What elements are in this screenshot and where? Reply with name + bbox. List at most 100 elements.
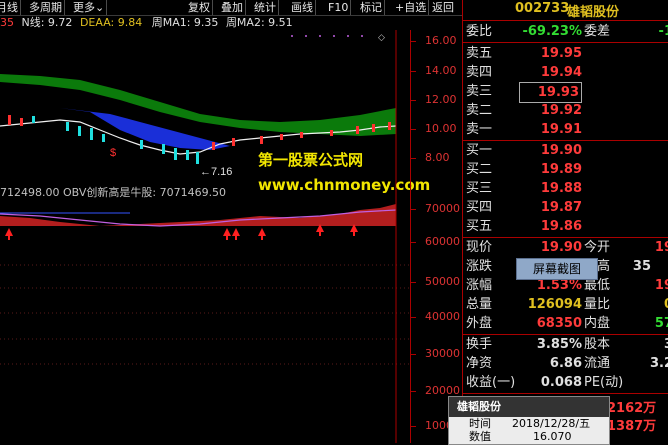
blue-band xyxy=(60,108,230,150)
buy-row[interactable]: 买四 19.87 xyxy=(463,198,668,217)
price-tick: 16.00 xyxy=(425,34,457,47)
n-line-value: N线: 9.72 xyxy=(21,16,73,29)
price-tick: 12.00 xyxy=(425,93,457,106)
price-tick: 14.00 xyxy=(425,64,457,77)
stat-value: 0 xyxy=(664,295,668,314)
sell-row[interactable]: 卖二 19.92 xyxy=(463,101,668,120)
buy-label: 买五 xyxy=(466,219,493,234)
stat-label: 换手 xyxy=(466,337,493,352)
partial-value: 2162万 xyxy=(607,401,657,416)
buy-row[interactable]: 买二 19.89 xyxy=(463,160,668,179)
stat-label: 现价 xyxy=(466,240,493,255)
toolbar-monthly[interactable]: 月线 xyxy=(0,0,21,15)
screenshot-button[interactable]: 屏幕截图 xyxy=(516,258,598,280)
dollar-marker: $ xyxy=(110,147,116,159)
tooltip-title: 雄韬股份 xyxy=(449,397,609,417)
stat-value: 35 xyxy=(632,259,651,274)
kline-chart[interactable]: $ ←7.16 ◇ xyxy=(0,30,410,443)
price-tick: 10.00 xyxy=(425,122,457,135)
order-diff-label: 委差 xyxy=(584,24,611,39)
chevron-down-icon: ⌄ xyxy=(95,1,105,14)
obv-legend: 712498.00 OBV创新高是牛股: 7071469.50 xyxy=(0,186,227,199)
buy-row[interactable]: 买三 19.88 xyxy=(463,179,668,198)
obv-tick: 60000 xyxy=(425,235,460,248)
sell-price: 19.94 xyxy=(540,65,582,80)
stat-row: 外盘 68350内盘 57 xyxy=(463,314,668,333)
stock-code: 002733 xyxy=(515,1,570,16)
purple-dots xyxy=(291,35,363,37)
sell-row[interactable]: 卖五 19.95 xyxy=(463,44,668,63)
obv-tick: 40000 xyxy=(425,310,460,323)
stat-value: 6.86 xyxy=(549,356,582,371)
stat-value: 57 xyxy=(654,316,668,331)
stat-label: 涨跌 xyxy=(466,259,493,274)
ma2-value: 周MA2: 9.51 xyxy=(225,16,293,29)
stat-value: 68350 xyxy=(536,316,582,331)
buy-price: 19.87 xyxy=(540,200,582,215)
indicator-legend: 35 N线: 9.72 DEAA: 9.84 周MA1: 9.35 周MA2: … xyxy=(0,16,293,30)
buy-price: 19.88 xyxy=(540,181,582,196)
toolbar-statistics[interactable]: 统计 xyxy=(252,0,279,15)
obv-tick: 50000 xyxy=(425,275,460,288)
stat-value: 19.90 xyxy=(540,240,582,255)
sell-label: 卖一 xyxy=(466,122,493,137)
stat-value: 3.85% xyxy=(536,337,582,352)
sell-row[interactable]: 卖四 19.94 xyxy=(463,63,668,82)
sell-label: 卖五 xyxy=(466,46,493,61)
indicator-prefix: 35 xyxy=(0,16,14,29)
tooltip-value: 16.070 xyxy=(532,430,572,443)
diamond-icon: ◇ xyxy=(378,33,385,43)
toolbar-overlay[interactable]: 叠加 xyxy=(219,0,246,15)
chart-toolbar: 月线 多周期 更多⌄ 复权 叠加 统计 画线 F10 标记 +自选 返回 xyxy=(0,0,462,16)
sell-price: 19.92 xyxy=(540,103,582,118)
data-tooltip-window: 雄韬股份 时间 2018/12/28/五 数值 16.070 xyxy=(448,396,610,445)
toolbar-mark[interactable]: 标记 xyxy=(358,0,385,15)
stat-label: 量比 xyxy=(584,297,611,312)
sell-label: 卖二 xyxy=(466,103,493,118)
toolbar-restore-rights[interactable]: 复权 xyxy=(186,0,213,15)
stat-label: 今开 xyxy=(584,240,611,255)
sell-row[interactable]: 卖三 19.93 xyxy=(463,82,668,103)
sell-price: 19.95 xyxy=(540,46,582,61)
toolbar-back[interactable]: 返回 xyxy=(430,0,456,15)
buy-arrows xyxy=(5,224,358,240)
stock-name: 雄韬股份 xyxy=(567,5,620,20)
toolbar-f10[interactable]: F10 xyxy=(326,0,352,15)
stat-value: 19 xyxy=(654,278,668,293)
order-ratio-row: 委比 -69.23% 委差 -1 xyxy=(463,22,668,41)
sell-label: 卖三 xyxy=(466,84,493,99)
stat-row: 换手 3.85%股本 3 xyxy=(463,335,668,354)
stat-row: 总量 126094量比 0 xyxy=(463,295,668,314)
stat-label: 总量 xyxy=(466,297,493,312)
stat-value: 0.068 xyxy=(540,375,582,390)
partial-value: 1387万 xyxy=(607,419,657,434)
low-price-marker: ←7.16 xyxy=(200,166,232,178)
buy-label: 买一 xyxy=(466,143,493,158)
toolbar-more-label: 更多 xyxy=(73,1,95,14)
stat-value: 3.2 xyxy=(649,356,668,371)
sell-price-selected: 19.93 xyxy=(518,82,582,103)
watermark-site-name: 第一股票公式网 xyxy=(258,151,364,169)
obv-red-area xyxy=(0,204,396,226)
stat-label: 涨幅 xyxy=(466,278,493,293)
stat-label: 净资 xyxy=(466,356,493,371)
order-ratio-value: -69.23% xyxy=(522,24,582,39)
stat-row: 收益(一) 0.068 PE(动) xyxy=(463,373,668,392)
obv-tick: 70000 xyxy=(425,202,460,215)
buy-label: 买二 xyxy=(466,162,493,177)
stat-label: 外盘 xyxy=(466,316,493,331)
stat-value: 3 xyxy=(664,335,668,354)
tooltip-label: 数值 xyxy=(469,430,491,443)
toolbar-more[interactable]: 更多⌄ xyxy=(71,0,108,15)
buy-price: 19.89 xyxy=(540,162,582,177)
toolbar-add-watchlist[interactable]: +自选 xyxy=(393,0,430,15)
toolbar-multi-period[interactable]: 多周期 xyxy=(27,0,65,15)
sell-row[interactable]: 卖一 19.91 xyxy=(463,120,668,139)
toolbar-draw-line[interactable]: 画线 xyxy=(289,0,316,15)
tooltip-row: 数值 16.070 xyxy=(449,430,609,443)
stat-label: 股本 xyxy=(584,337,611,352)
buy-row[interactable]: 买一 19.90 xyxy=(463,141,668,160)
tooltip-row: 时间 2018/12/28/五 xyxy=(449,417,609,430)
stat-row: 净资 6.86流通 3.2 xyxy=(463,354,668,373)
buy-row[interactable]: 买五 19.86 xyxy=(463,217,668,236)
